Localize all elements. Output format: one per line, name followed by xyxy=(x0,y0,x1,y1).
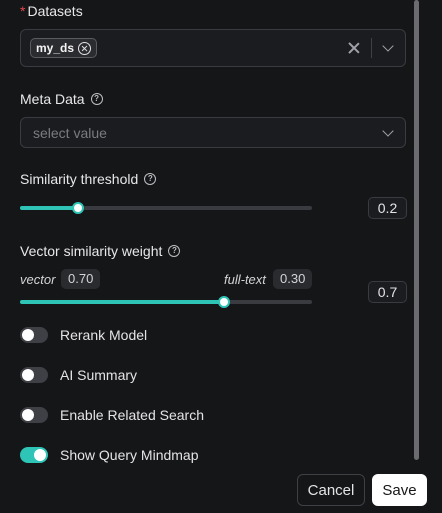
rerank-model-toggle[interactable] xyxy=(20,327,48,343)
chevron-down-icon[interactable] xyxy=(382,125,394,137)
close-circle-icon[interactable] xyxy=(78,41,92,55)
vector-similarity-weight-slider[interactable] xyxy=(20,296,312,308)
save-button[interactable]: Save xyxy=(372,474,427,506)
required-mark: * xyxy=(20,3,26,19)
datasets-label: * Datasets xyxy=(20,3,83,19)
cancel-button[interactable]: Cancel xyxy=(297,474,365,506)
query-mindmap-row: Show Query Mindmap xyxy=(20,447,199,463)
select-divider xyxy=(371,38,372,58)
related-search-toggle[interactable] xyxy=(20,407,48,423)
query-mindmap-label: Show Query Mindmap xyxy=(60,447,199,463)
ai-summary-row: AI Summary xyxy=(20,367,137,383)
chevron-down-icon[interactable] xyxy=(382,40,394,52)
meta-data-label: Meta Data ? xyxy=(20,91,103,107)
vector-label: vector xyxy=(20,272,56,287)
meta-data-label-text: Meta Data xyxy=(20,91,85,107)
rerank-model-label: Rerank Model xyxy=(60,327,148,343)
toggle-knob xyxy=(22,369,34,381)
slider-fill xyxy=(20,300,225,304)
retrieval-settings-panel: * Datasets my_ds Meta Data ? select value… xyxy=(0,0,442,513)
scrollbar[interactable] xyxy=(414,0,419,460)
meta-data-select[interactable]: select value xyxy=(20,117,406,148)
ai-summary-label: AI Summary xyxy=(60,367,138,383)
related-search-row: Enable Related Search xyxy=(20,407,204,423)
similarity-threshold-input[interactable]: 0.2 xyxy=(368,197,407,219)
vector-similarity-weight-label-text: Vector similarity weight xyxy=(20,243,163,259)
toggle-knob xyxy=(22,329,34,341)
slider-fill xyxy=(20,206,79,210)
similarity-threshold-label: Similarity threshold ? xyxy=(20,171,157,187)
dataset-tag-label: my_ds xyxy=(36,41,75,55)
vector-similarity-weight-input[interactable]: 0.7 xyxy=(368,281,407,303)
rerank-model-row: Rerank Model xyxy=(20,327,147,343)
query-mindmap-toggle[interactable] xyxy=(20,447,48,463)
similarity-threshold-slider[interactable] xyxy=(20,202,312,214)
dataset-tag: my_ds xyxy=(30,38,98,58)
fulltext-label: full-text xyxy=(224,272,266,287)
similarity-threshold-label-text: Similarity threshold xyxy=(20,171,139,187)
vector-value: 0.70 xyxy=(61,269,101,289)
slider-handle[interactable] xyxy=(72,202,85,214)
slider-handle[interactable] xyxy=(218,296,231,308)
fulltext-value: 0.30 xyxy=(273,269,313,289)
related-search-label: Enable Related Search xyxy=(60,407,204,423)
question-circle-icon[interactable]: ? xyxy=(168,245,181,257)
close-icon[interactable] xyxy=(347,41,361,55)
meta-data-placeholder: select value xyxy=(33,125,107,141)
ai-summary-toggle[interactable] xyxy=(20,367,48,383)
datasets-select[interactable]: my_ds xyxy=(20,29,406,67)
toggle-knob xyxy=(34,449,46,461)
question-circle-icon[interactable]: ? xyxy=(90,93,103,105)
question-circle-icon[interactable]: ? xyxy=(144,173,157,185)
vector-similarity-weight-label: Vector similarity weight ? xyxy=(20,243,181,259)
datasets-label-text: Datasets xyxy=(27,3,83,19)
toggle-knob xyxy=(22,409,34,421)
